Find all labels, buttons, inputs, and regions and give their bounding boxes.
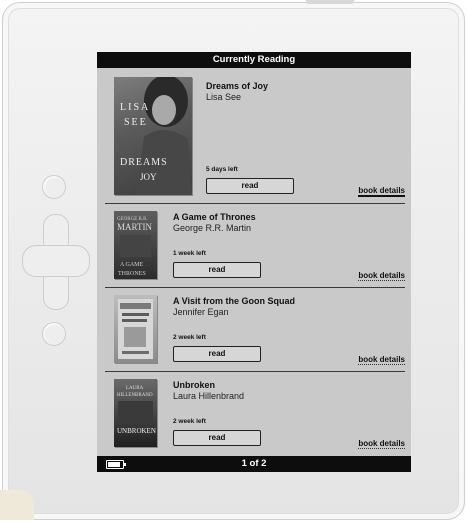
read-button[interactable]: read bbox=[173, 430, 261, 446]
book-details-link[interactable]: book details bbox=[358, 355, 405, 365]
book-author: George R.R. Martin bbox=[173, 223, 252, 233]
nav-button-bottom[interactable] bbox=[42, 322, 66, 346]
svg-text:DREAMS: DREAMS bbox=[120, 157, 168, 168]
read-button[interactable]: read bbox=[206, 178, 294, 194]
book-item: GEORGE R.R. MARTIN A GAME THRONES A Game… bbox=[97, 204, 411, 288]
nav-button-top[interactable] bbox=[42, 175, 66, 199]
book-cover[interactable] bbox=[114, 295, 157, 363]
book-title[interactable]: Unbroken bbox=[173, 380, 215, 390]
time-left-label: 1 week left bbox=[173, 250, 206, 257]
book-item: LAURA HILLENBRAND UNBROKEN Unbroken Laur… bbox=[97, 372, 411, 456]
pagination-bar: 1 of 2 bbox=[97, 456, 411, 472]
cover-art-game-of-thrones: GEORGE R.R. MARTIN A GAME THRONES bbox=[117, 217, 152, 277]
time-left-label: 2 week left bbox=[173, 334, 206, 341]
book-details-link[interactable]: book details bbox=[358, 439, 405, 449]
book-cover[interactable]: GEORGE R.R. MARTIN A GAME THRONES bbox=[114, 211, 157, 279]
book-title[interactable]: Dreams of Joy bbox=[206, 81, 268, 91]
ereader-screen: Currently Reading LISA SEE DREAMS JOY Dr… bbox=[97, 52, 411, 472]
book-author: Jennifer Egan bbox=[173, 307, 229, 317]
page-indicator: 1 of 2 bbox=[241, 458, 267, 469]
book-author: Lisa See bbox=[206, 92, 242, 102]
battery-icon bbox=[106, 460, 126, 469]
svg-text:SEE: SEE bbox=[124, 117, 148, 128]
device-corner-tab bbox=[0, 490, 34, 520]
read-button[interactable]: read bbox=[173, 346, 261, 362]
time-left-label: 2 week left bbox=[173, 418, 206, 425]
svg-text:MARTIN: MARTIN bbox=[117, 222, 152, 232]
dpad-center bbox=[45, 247, 67, 275]
time-left-label: 5 days left bbox=[206, 166, 238, 173]
page-title: Currently Reading bbox=[97, 52, 411, 68]
book-author: Laura Hillenbrand bbox=[173, 391, 245, 401]
svg-text:JOY: JOY bbox=[140, 172, 157, 182]
book-title[interactable]: A Visit from the Goon Squad bbox=[173, 296, 295, 306]
svg-text:UNBROKEN: UNBROKEN bbox=[117, 427, 156, 435]
book-item: LISA SEE DREAMS JOY Dreams of Joy Lisa S… bbox=[97, 68, 411, 202]
book-title[interactable]: A Game of Thrones bbox=[173, 212, 256, 222]
cover-art-unbroken: LAURA HILLENBRAND UNBROKEN bbox=[117, 386, 156, 435]
book-cover[interactable]: LISA SEE DREAMS JOY bbox=[114, 77, 192, 195]
power-button[interactable] bbox=[306, 0, 354, 4]
svg-text:LISA: LISA bbox=[120, 102, 150, 113]
cover-art-goon-squad bbox=[118, 299, 153, 359]
read-button[interactable]: read bbox=[173, 262, 261, 278]
book-details-link[interactable]: book details bbox=[358, 271, 405, 281]
book-item: A Visit from the Goon Squad Jennifer Ega… bbox=[97, 288, 411, 372]
svg-text:THRONES: THRONES bbox=[118, 271, 146, 277]
book-cover[interactable]: LAURA HILLENBRAND UNBROKEN bbox=[114, 379, 157, 447]
book-details-link[interactable]: book details bbox=[358, 186, 405, 197]
svg-text:A GAME: A GAME bbox=[120, 262, 144, 268]
svg-text:HILLENBRAND: HILLENBRAND bbox=[117, 393, 153, 398]
cover-art-dreams-of-joy: LISA SEE DREAMS JOY bbox=[120, 77, 192, 195]
svg-text:LAURA: LAURA bbox=[126, 386, 144, 391]
